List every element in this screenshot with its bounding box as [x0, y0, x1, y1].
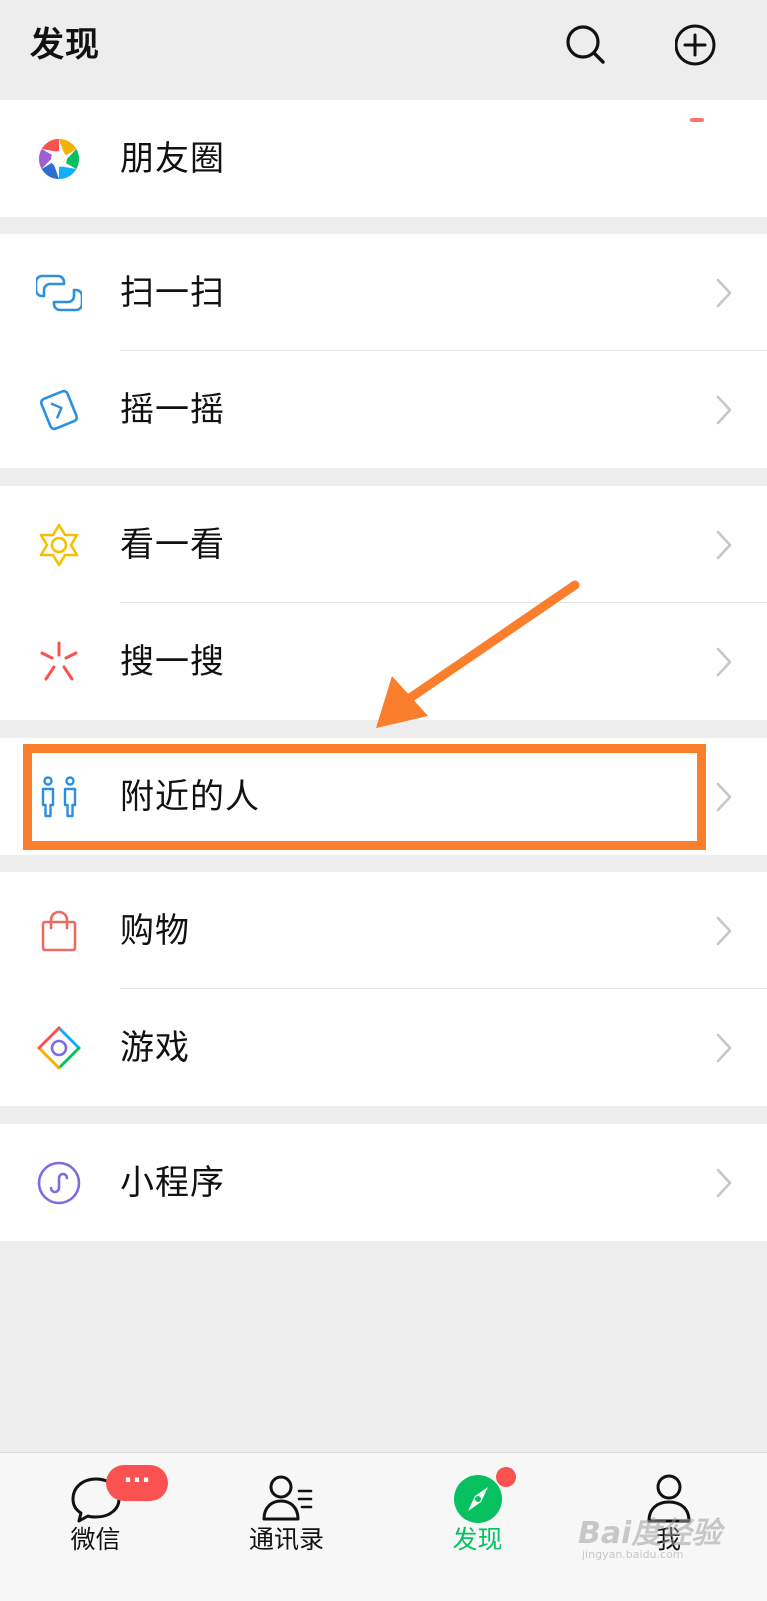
chevron-right-icon: [716, 278, 732, 308]
tab-contacts[interactable]: 通讯录: [191, 1453, 382, 1601]
top-stories-icon: [39, 523, 79, 567]
menu-item-label: 游戏: [120, 1028, 190, 1068]
section-shopping-games: 购物 游戏: [0, 872, 767, 1106]
search-sparkle-icon: [40, 641, 78, 681]
menu-item-mini-programs[interactable]: 小程序: [0, 1124, 767, 1241]
watermark-logo: Bai度经验 jingyan.baidu.com: [578, 1508, 758, 1568]
chevron-right-icon: [716, 1168, 732, 1198]
menu-item-label: 摇一摇: [120, 390, 225, 430]
moments-aperture-icon: [38, 138, 80, 180]
chevron-right-icon: [716, 530, 732, 560]
menu-item-shake[interactable]: 摇一摇: [0, 351, 767, 468]
chevron-right-icon: [716, 782, 732, 812]
plus-circle-icon[interactable]: [675, 18, 731, 74]
top-bar: 发现: [0, 0, 767, 100]
search-icon[interactable]: [559, 18, 615, 74]
chevron-right-icon: [716, 395, 732, 425]
menu-item-label: 扫一扫: [120, 273, 225, 313]
tab-discover[interactable]: 发现: [382, 1453, 573, 1601]
shopping-bag-icon: [41, 910, 77, 952]
chevron-right-icon: [716, 916, 732, 946]
annotation-highlight-box: [23, 744, 706, 850]
menu-item-search[interactable]: 搜一搜: [0, 603, 767, 720]
menu-item-shopping[interactable]: 购物: [0, 872, 767, 989]
new-indicator-dot: [496, 1467, 516, 1487]
menu-item-label: 小程序: [120, 1163, 225, 1203]
section-mini-programs: 小程序: [0, 1124, 767, 1241]
menu-item-label: 搜一搜: [120, 642, 225, 682]
menu-item-label: 购物: [120, 911, 190, 951]
section-stories-search: 看一看 搜一搜: [0, 486, 767, 720]
menu-item-games[interactable]: 游戏: [0, 989, 767, 1106]
tab-label: 微信: [70, 1525, 121, 1554]
menu-item-top-stories[interactable]: 看一看: [0, 486, 767, 603]
menu-item-moments[interactable]: 朋友圈: [0, 100, 767, 217]
tab-chats[interactable]: ··· 微信: [0, 1453, 191, 1601]
tab-label: 发现: [452, 1525, 503, 1554]
contacts-icon: [262, 1475, 312, 1521]
section-scan-shake: 扫一扫 摇一摇: [0, 234, 767, 468]
unread-badge: ···: [106, 1465, 168, 1501]
shake-icon: [39, 389, 79, 431]
mini-programs-icon: [37, 1161, 81, 1205]
watermark-text: Bai度经验: [578, 1516, 722, 1551]
section-moments: 朋友圈: [0, 100, 767, 217]
page-title: 发现: [30, 25, 100, 65]
menu-item-label: 看一看: [120, 525, 225, 565]
discover-page: 发现 朋友圈 扫一扫 摇一摇 看一看 搜一搜 附近的人 购物 游戏 小程序 ··…: [0, 0, 767, 1601]
chevron-right-icon: [716, 647, 732, 677]
chevron-right-icon: [716, 1033, 732, 1063]
tab-label: 通讯录: [248, 1525, 324, 1554]
new-post-indicator: [690, 118, 704, 122]
games-diamond-icon: [37, 1026, 81, 1070]
watermark-url: jingyan.baidu.com: [582, 1548, 684, 1561]
scan-icon: [36, 274, 82, 312]
menu-item-label: 朋友圈: [120, 139, 225, 179]
menu-item-scan[interactable]: 扫一扫: [0, 234, 767, 351]
